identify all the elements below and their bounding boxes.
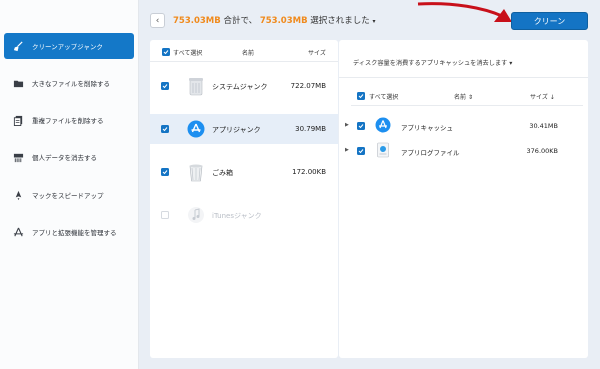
row-checkbox — [161, 211, 169, 219]
sidebar-item-manage-apps[interactable]: アプリと拡張機能を管理する — [4, 219, 134, 245]
list-item[interactable]: システムジャンク 722.07MB — [150, 71, 338, 101]
disclosure-triangle-icon[interactable]: ▶ — [345, 147, 349, 153]
music-note-icon — [188, 207, 204, 223]
sort-descending-icon: ↓ — [549, 94, 555, 101]
row-checkbox[interactable] — [161, 82, 169, 90]
chevron-left-icon: ‹ — [155, 15, 160, 26]
panel-description: ディスク容量を消費するアプリキャッシュを消去します ▾ — [353, 60, 513, 67]
list-item: iTunesジャンク — [150, 200, 338, 230]
column-size-header[interactable]: サイズ — [308, 48, 326, 57]
table-row[interactable]: ▶ アプリキャッシュ 30.41MB — [339, 115, 588, 137]
sidebar-item-label: クリーンアップジャンク — [32, 43, 103, 51]
row-name: ごみ箱 — [212, 169, 233, 177]
column-size-header[interactable]: サイズ ↓ — [530, 92, 555, 101]
junk-category-panel: すべて選択 名前 サイズ システムジャンク 722.07MB アプリジャンク 3… — [150, 40, 338, 358]
back-button[interactable]: ‹ — [150, 13, 165, 28]
select-all-checkbox[interactable] — [162, 48, 170, 56]
row-name: アプリキャッシュ — [401, 124, 453, 132]
sidebar-item-speed-up[interactable]: マックをスピードアップ — [4, 182, 134, 208]
row-size: 376.00KB — [526, 147, 558, 155]
sidebar-item-personal-data[interactable]: 個人データを消去する — [4, 144, 134, 170]
row-checkbox[interactable] — [161, 168, 169, 176]
table-row[interactable]: ▶ アプリログファイル 376.00KB — [339, 140, 588, 162]
app-store-icon — [12, 226, 24, 238]
sidebar-item-cleanup-junk[interactable]: クリーンアップジャンク — [4, 33, 134, 59]
broom-icon — [12, 40, 24, 52]
clean-button[interactable]: クリーン — [511, 12, 588, 30]
total-size: 753.03MB — [173, 16, 221, 26]
selection-summary: 753.03MB 合計で、 753.03MB 選択されました ▾ — [173, 14, 376, 26]
selected-label: 選択されました — [307, 16, 370, 26]
description-divider — [339, 77, 588, 78]
column-name-header[interactable]: 名前 — [242, 48, 254, 57]
annotation-arrow-icon — [417, 2, 512, 22]
row-name: アプリジャンク — [212, 126, 261, 134]
row-name: iTunesジャンク — [212, 212, 262, 220]
select-all-label: すべて選択 — [173, 50, 203, 57]
selected-size: 753.03MB — [259, 16, 308, 26]
sidebar-item-duplicate-files[interactable]: 重複ファイルを削除する — [4, 107, 134, 133]
total-label: 合計で、 — [220, 16, 258, 26]
duplicate-files-icon — [12, 114, 24, 126]
chevron-down-icon[interactable]: ▾ — [509, 60, 512, 67]
row-checkbox[interactable] — [357, 147, 365, 155]
app-store-icon — [187, 120, 205, 138]
sidebar: クリーンアップジャンク 大きなファイルを削除する 重複ファイルを削除する 個人デ… — [0, 0, 139, 369]
sidebar-item-label: アプリと拡張機能を管理する — [32, 229, 117, 237]
row-name: アプリログファイル — [401, 149, 460, 157]
select-all-label: すべて選択 — [369, 94, 399, 101]
select-all-checkbox[interactable] — [357, 92, 365, 100]
row-checkbox[interactable] — [161, 125, 169, 133]
disclosure-triangle-icon[interactable]: ▶ — [345, 122, 349, 128]
list-item[interactable]: ごみ箱 172.00KB — [150, 157, 338, 187]
shredder-icon — [12, 151, 24, 163]
sidebar-item-large-files[interactable]: 大きなファイルを削除する — [4, 70, 134, 96]
trash-can-icon — [189, 78, 203, 96]
log-file-icon — [377, 142, 389, 158]
row-checkbox[interactable] — [357, 122, 365, 130]
folder-icon — [12, 77, 24, 89]
app-store-icon — [375, 117, 391, 133]
sort-icon: ⇕ — [467, 94, 473, 101]
trash-bin-icon — [189, 164, 203, 182]
chevron-down-icon[interactable]: ▾ — [372, 18, 375, 25]
list-item[interactable]: アプリジャンク 30.79MB — [150, 114, 338, 144]
row-size: 722.07MB — [290, 82, 326, 90]
sidebar-item-label: 個人データを消去する — [32, 154, 97, 162]
row-size: 172.00KB — [292, 168, 326, 176]
row-size: 30.41MB — [529, 122, 558, 130]
rocket-icon — [12, 189, 24, 201]
header-divider — [150, 61, 338, 62]
row-size: 30.79MB — [295, 125, 326, 133]
sidebar-item-label: 大きなファイルを削除する — [32, 80, 110, 88]
sidebar-item-label: 重複ファイルを削除する — [32, 117, 104, 125]
app-junk-detail-panel: ディスク容量を消費するアプリキャッシュを消去します ▾ すべて選択 名前 ⇕ サ… — [339, 40, 588, 358]
sidebar-item-label: マックをスピードアップ — [32, 192, 104, 200]
header-divider — [351, 105, 583, 106]
row-name: システムジャンク — [212, 83, 268, 91]
column-name-header[interactable]: 名前 ⇕ — [454, 92, 473, 101]
